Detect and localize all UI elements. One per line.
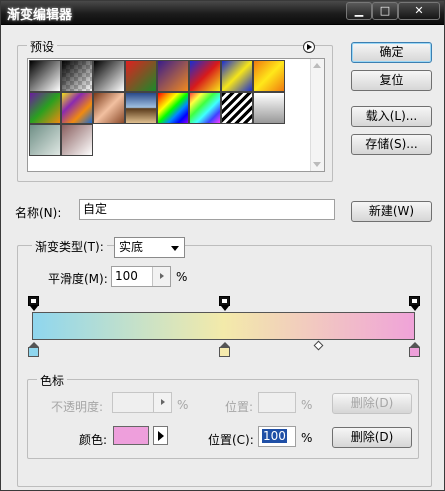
opacity-stop-left[interactable]: [28, 296, 39, 311]
gradient-type-value: 实底: [119, 240, 144, 254]
position-label: 位置(C):: [208, 433, 254, 447]
presets-label: 预设: [27, 38, 58, 55]
minimize-button[interactable]: ▁: [346, 2, 372, 20]
preset-swatch-foreground-to-background[interactable]: [29, 60, 61, 92]
new-button[interactable]: 新建(W): [351, 201, 432, 222]
name-label: 名称(N):: [15, 206, 62, 220]
presets-menu-icon[interactable]: [303, 41, 315, 53]
smoothness-stepper[interactable]: [152, 267, 170, 286]
preset-swatch-yellow-violet-orange-blue[interactable]: [61, 92, 93, 124]
color-stop-left[interactable]: [28, 342, 39, 358]
preset-swatch-red-green[interactable]: [125, 60, 157, 92]
presets-scrollbar[interactable]: [310, 59, 324, 171]
preset-swatch-blue-yellow-blue[interactable]: [221, 60, 253, 92]
preset-swatch-transparent-stripes[interactable]: [221, 92, 253, 124]
gradient-preview-bar[interactable]: [32, 312, 415, 340]
preset-swatch-violet-green-orange[interactable]: [29, 92, 61, 124]
preset-swatch-foreground-to-transparent[interactable]: [61, 60, 93, 92]
preset-swatch-orange-yellow-orange[interactable]: [253, 60, 285, 92]
preset-swatch-copper[interactable]: [93, 92, 125, 124]
smoothness-value: 100: [115, 269, 138, 283]
ok-button[interactable]: 确定: [351, 42, 432, 63]
opacity-input: [112, 392, 172, 413]
preset-swatch-blue-red-yellow[interactable]: [189, 60, 221, 92]
presets-list: [27, 58, 325, 172]
delete-color-stop-button[interactable]: 删除(D): [332, 427, 412, 448]
title-bar: 渐变编辑器 ▁ □ ✕: [1, 1, 444, 25]
reset-button[interactable]: 复位: [351, 70, 432, 91]
color-menu-arrow-icon[interactable]: [153, 426, 168, 445]
position-value: 100: [262, 429, 287, 443]
preset-swatch-pale-pink[interactable]: [61, 124, 93, 156]
position-percent: %: [301, 431, 313, 445]
save-button[interactable]: 存储(S)...: [351, 134, 432, 155]
color-stop-middle[interactable]: [219, 342, 230, 358]
opacity-position-label: 位置:: [225, 400, 254, 414]
preset-swatch-spectrum[interactable]: [157, 92, 189, 124]
chevron-down-icon: [171, 246, 179, 251]
preset-swatch-silver-green[interactable]: [29, 124, 61, 156]
color-label: 颜色:: [79, 433, 108, 447]
position-input[interactable]: 100: [258, 426, 296, 447]
delete-opacity-stop-button: 删除(D): [332, 393, 412, 414]
window-title: 渐变编辑器: [7, 8, 73, 23]
gradient-type-label: 渐变类型(T):: [32, 238, 107, 255]
smoothness-input[interactable]: 100: [111, 266, 171, 287]
stop-color-swatch[interactable]: [113, 426, 149, 445]
color-stop-right[interactable]: [409, 342, 420, 358]
maximize-button[interactable]: □: [372, 2, 398, 20]
opacity-stop-middle[interactable]: [219, 296, 230, 311]
preset-swatch-neutral-density[interactable]: [253, 92, 285, 124]
name-input[interactable]: 自定: [79, 199, 335, 220]
preset-swatch-violet-orange[interactable]: [157, 60, 189, 92]
preset-swatch-transparent-rainbow[interactable]: [189, 92, 221, 124]
smoothness-label: 平滑度(M):: [48, 272, 108, 286]
scroll-up-icon[interactable]: [313, 63, 321, 68]
opacity-percent: %: [177, 398, 189, 412]
opacity-stepper: [153, 393, 171, 412]
scroll-down-icon[interactable]: [313, 162, 321, 167]
opacity-position-input: [258, 392, 296, 413]
gradient-type-select[interactable]: 实底: [114, 237, 185, 258]
close-button[interactable]: ✕: [398, 2, 440, 20]
gradient-editor-window: 渐变编辑器 ▁ □ ✕ 预设 确定 复位 载入(L)... 存储(S)... 名…: [0, 0, 445, 491]
opacity-stop-right[interactable]: [409, 296, 420, 311]
color-stops-label: 色标: [37, 372, 68, 389]
load-button[interactable]: 载入(L)...: [351, 106, 432, 127]
opacity-label: 不透明度:: [51, 400, 104, 414]
preset-swatch-chrome[interactable]: [125, 92, 157, 124]
opacity-position-percent: %: [301, 398, 313, 412]
smoothness-percent: %: [176, 270, 188, 284]
preset-swatch-black-white[interactable]: [93, 60, 125, 92]
